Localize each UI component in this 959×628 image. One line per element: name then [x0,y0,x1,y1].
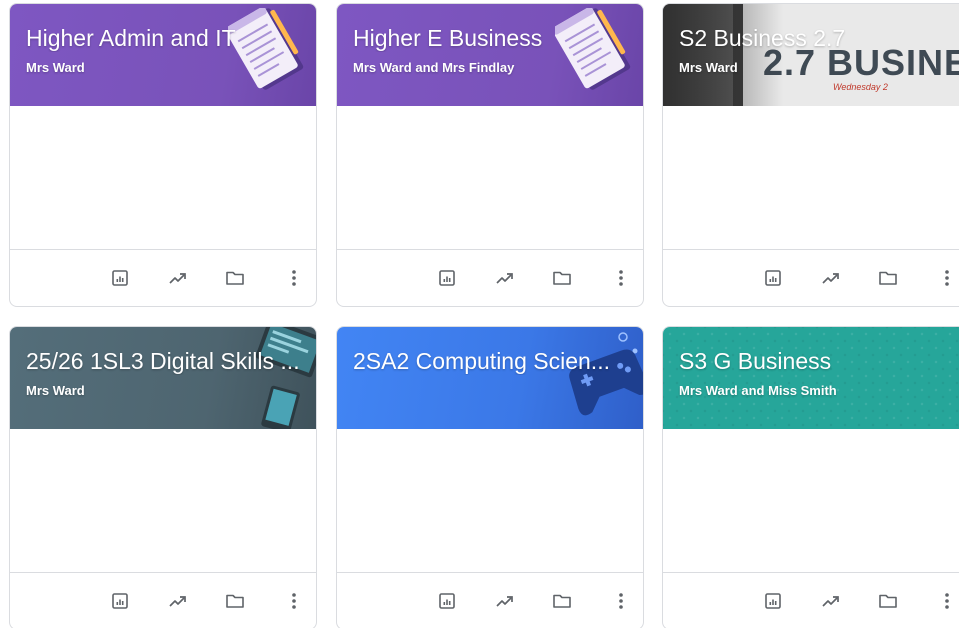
class-teacher: Mrs Ward and Miss Smith [679,383,837,398]
banner-subtext: Wednesday 2 [833,82,888,92]
gradebook-button[interactable] [759,264,787,292]
class-title[interactable]: 2SA2 Computing Scien... [353,347,629,375]
class-card-actions [10,573,316,628]
more-options-icon [618,269,624,287]
more-options-icon [291,592,297,610]
more-options-button[interactable] [607,587,635,615]
folder-icon [552,269,572,287]
notepad-icon [555,8,631,90]
analytics-icon [495,592,515,610]
analytics-button[interactable] [491,264,519,292]
class-card-actions [10,250,316,306]
class-card-body [10,429,316,573]
gradebook-icon [438,592,456,610]
gradebook-button[interactable] [106,587,134,615]
class-card-actions [337,250,643,306]
class-card-body [337,429,643,573]
class-card[interactable]: 2SA2 Computing Scien... [336,326,644,628]
class-title[interactable]: S2 Business 2.7 [679,24,955,52]
folder-button[interactable] [548,264,576,292]
gamepad-icon [569,332,643,416]
more-options-button[interactable] [933,264,959,292]
more-options-icon [944,592,950,610]
gradebook-button[interactable] [433,264,461,292]
class-card[interactable]: Higher E Business Mrs Ward and Mrs Findl… [336,3,644,307]
class-teacher: Mrs Ward [26,60,85,75]
class-card[interactable]: 2.7 BUSINESS Wednesday 2 S2 Business 2.7… [662,3,959,307]
folder-icon [225,269,245,287]
class-card-body [10,106,316,250]
folder-icon [878,269,898,287]
analytics-icon [168,592,188,610]
analytics-icon [495,269,515,287]
more-options-button[interactable] [280,264,308,292]
analytics-icon [821,269,841,287]
folder-icon [878,592,898,610]
notepad-icon [228,8,304,90]
gradebook-icon [764,269,782,287]
class-card-header[interactable]: 25/26 1SL3 Digital Skills ... Mrs Ward [10,327,316,429]
class-card-header[interactable]: 2SA2 Computing Scien... [337,327,643,429]
more-options-icon [291,269,297,287]
gradebook-icon [438,269,456,287]
class-title[interactable]: S3 G Business [679,347,955,375]
class-teacher: Mrs Ward [679,60,738,75]
class-card-grid: Higher Admin and IT Mrs Ward Higher E Bu… [0,0,959,628]
analytics-button[interactable] [491,587,519,615]
class-card-header[interactable]: Higher E Business Mrs Ward and Mrs Findl… [337,4,643,106]
class-card-actions [663,250,959,306]
gradebook-button[interactable] [106,264,134,292]
gradebook-icon [764,592,782,610]
class-card-header[interactable]: S3 G Business Mrs Ward and Miss Smith [663,327,959,429]
class-title[interactable]: Higher Admin and IT [26,24,302,52]
more-options-button[interactable] [280,587,308,615]
gradebook-button[interactable] [433,587,461,615]
class-card[interactable]: 25/26 1SL3 Digital Skills ... Mrs Ward [9,326,317,628]
class-card-body [663,429,959,573]
more-options-button[interactable] [933,587,959,615]
folder-icon [552,592,572,610]
class-card[interactable]: S3 G Business Mrs Ward and Miss Smith [662,326,959,628]
more-options-button[interactable] [607,264,635,292]
folder-button[interactable] [874,587,902,615]
analytics-button[interactable] [164,264,192,292]
analytics-button[interactable] [817,587,845,615]
class-teacher: Mrs Ward and Mrs Findlay [353,60,515,75]
gradebook-icon [111,592,129,610]
class-card-body [663,106,959,250]
class-teacher: Mrs Ward [26,383,85,398]
analytics-button[interactable] [817,264,845,292]
more-options-icon [944,269,950,287]
folder-button[interactable] [548,587,576,615]
gradebook-button[interactable] [759,587,787,615]
folder-button[interactable] [221,587,249,615]
class-card-actions [663,573,959,628]
gradebook-icon [111,269,129,287]
analytics-icon [821,592,841,610]
class-card-header[interactable]: 2.7 BUSINESS Wednesday 2 S2 Business 2.7… [663,4,959,106]
folder-icon [225,592,245,610]
folder-button[interactable] [221,264,249,292]
class-title[interactable]: 25/26 1SL3 Digital Skills ... [26,347,302,375]
analytics-icon [168,269,188,287]
photo-shade [663,4,783,106]
devices-icon [255,327,316,429]
whiteboard-photo [733,4,959,106]
analytics-button[interactable] [164,587,192,615]
class-card-header[interactable]: Higher Admin and IT Mrs Ward [10,4,316,106]
folder-button[interactable] [874,264,902,292]
more-options-icon [618,592,624,610]
class-card[interactable]: Higher Admin and IT Mrs Ward [9,3,317,307]
class-card-actions [337,573,643,628]
class-title[interactable]: Higher E Business [353,24,629,52]
class-card-body [337,106,643,250]
